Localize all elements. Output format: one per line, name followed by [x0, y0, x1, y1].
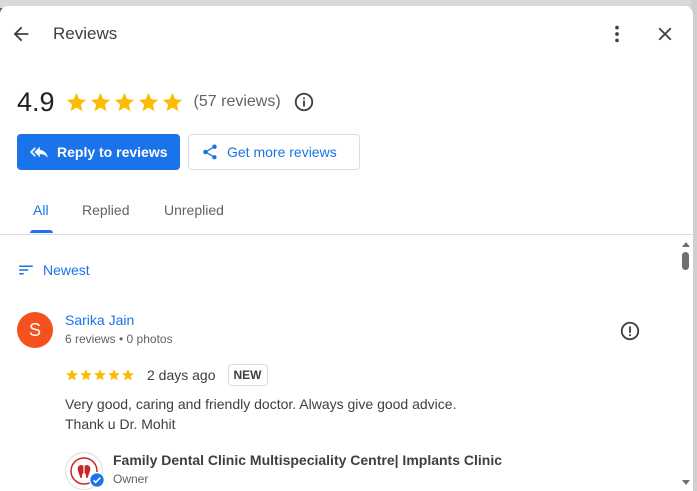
tab-unreplied[interactable]: Unreplied — [164, 202, 224, 218]
star-icon — [108, 369, 120, 381]
review-rating-row: 2 days ago NEW — [65, 362, 268, 388]
review-tabs: All Replied Unreplied — [0, 192, 693, 235]
review-text: Very good, caring and friendly doctor. A… — [65, 394, 585, 434]
reviews-dialog: Reviews 4.9 (57 reviews) Reply to review… — [0, 6, 693, 491]
dialog-title: Reviews — [53, 24, 118, 43]
star-icon — [138, 92, 158, 111]
get-more-reviews-label: Get more reviews — [227, 144, 337, 160]
rating-summary: 4.9 (57 reviews) — [17, 85, 315, 119]
reply-to-reviews-button[interactable]: Reply to reviews — [17, 134, 180, 170]
sort-label: Newest — [43, 262, 90, 278]
info-icon[interactable] — [293, 91, 315, 113]
active-tab-indicator — [30, 230, 53, 233]
reply-to-reviews-label: Reply to reviews — [57, 144, 168, 160]
review-time: 2 days ago — [147, 367, 216, 383]
sort-icon — [19, 265, 33, 275]
scroll-up-arrow-icon[interactable] — [682, 242, 690, 247]
reviewer-meta: 6 reviews • 0 photos — [65, 332, 173, 346]
new-badge: NEW — [227, 364, 268, 386]
sort-button[interactable]: Newest — [17, 261, 90, 279]
star-icon — [122, 369, 134, 381]
star-rating-large — [65, 91, 184, 114]
more-vert-icon — [615, 25, 619, 43]
star-rating-small — [65, 368, 135, 382]
owner-role: Owner — [113, 472, 149, 486]
reply-all-icon — [30, 146, 48, 158]
close-icon — [658, 27, 672, 41]
reviewer-avatar[interactable]: S — [17, 312, 53, 348]
tab-replied[interactable]: Replied — [82, 202, 129, 218]
share-icon — [203, 144, 217, 160]
star-icon — [94, 369, 106, 381]
review-text-line: Thank u Dr. Mohit — [65, 416, 176, 432]
star-icon — [66, 369, 78, 381]
get-more-reviews-button[interactable]: Get more reviews — [188, 134, 360, 170]
arrow-back-icon — [13, 26, 29, 42]
scroll-down-arrow-icon[interactable] — [682, 480, 690, 485]
star-icon — [114, 92, 134, 111]
scrollbar-thumb[interactable] — [682, 252, 689, 270]
star-icon — [162, 92, 182, 111]
more-options-button[interactable] — [603, 20, 631, 48]
star-icon — [66, 92, 86, 111]
owner-name: Family Dental Clinic Multispeciality Cen… — [113, 452, 503, 468]
close-button[interactable] — [651, 20, 679, 48]
average-score: 4.9 — [17, 86, 55, 117]
verified-icon — [89, 472, 105, 488]
tab-all[interactable]: All — [33, 202, 49, 218]
star-icon — [80, 369, 92, 381]
reviewer-name[interactable]: Sarika Jain — [65, 312, 134, 328]
dialog-header: Reviews — [0, 6, 693, 62]
report-icon[interactable] — [619, 320, 641, 342]
review-text-line: Very good, caring and friendly doctor. A… — [65, 396, 457, 412]
review-count: (57 reviews) — [193, 93, 281, 110]
back-button[interactable] — [7, 20, 35, 48]
scrollbar[interactable] — [679, 238, 693, 491]
star-icon — [90, 92, 110, 111]
